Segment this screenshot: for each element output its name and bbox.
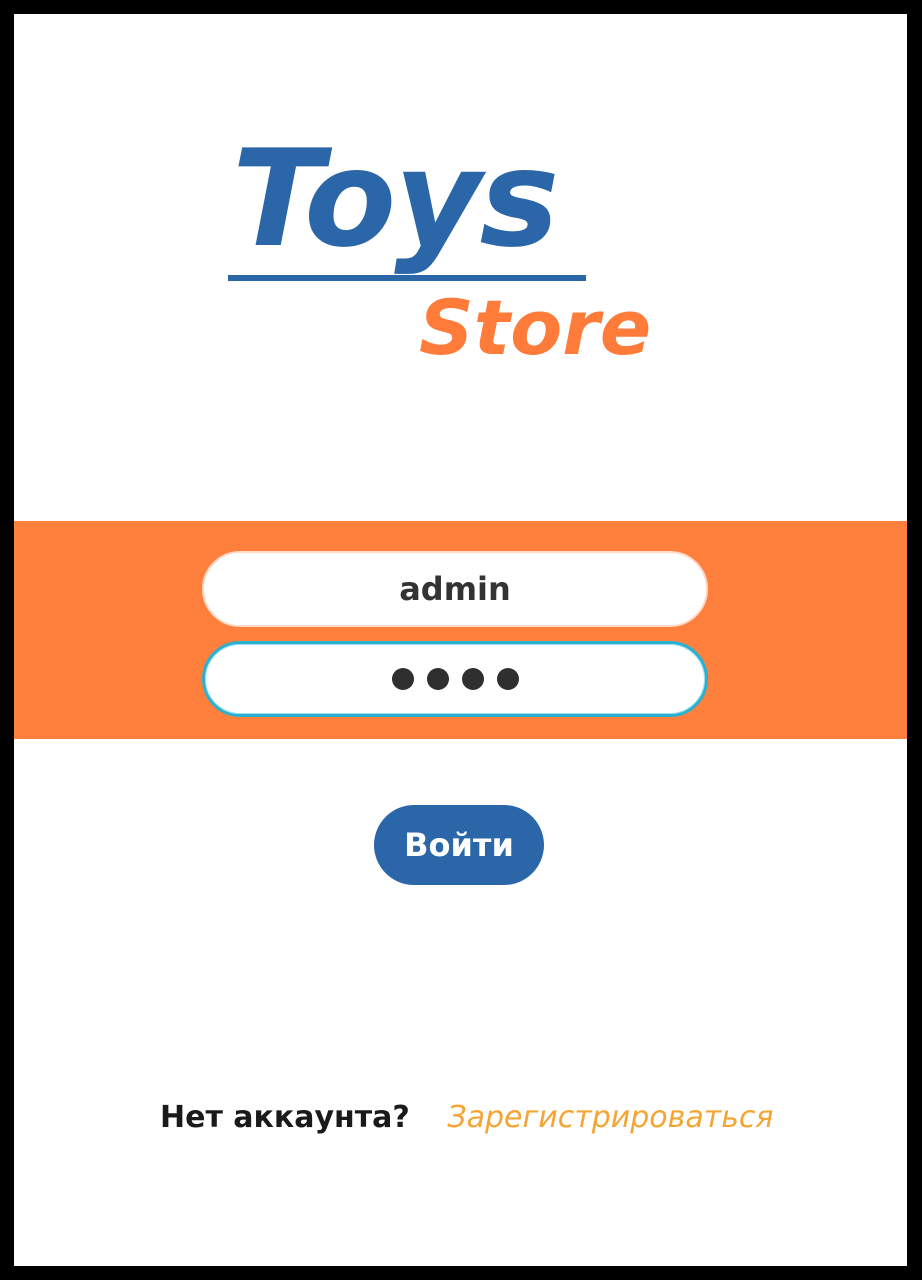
login-form-band: admin	[14, 521, 907, 739]
login-button[interactable]: Войти	[374, 805, 544, 885]
register-row: Нет аккаунта? Зарегистрироваться	[160, 1100, 773, 1135]
password-dot	[391, 668, 414, 690]
password-dot	[496, 668, 519, 690]
logo-underline	[228, 275, 586, 281]
password-mask	[391, 668, 519, 690]
login-input-value: admin	[399, 570, 511, 608]
toys-store-logo: Toys Store	[14, 14, 907, 434]
register-link[interactable]: Зарегистрироваться	[447, 1100, 773, 1135]
password-input[interactable]	[202, 641, 708, 717]
logo-store-text: Store	[419, 283, 652, 372]
password-dot	[461, 668, 484, 690]
login-window: Toys Store admin Войти Нет аккаунта? Зар…	[14, 14, 907, 1266]
no-account-label: Нет аккаунта?	[160, 1100, 410, 1135]
logo-toys-text: Toys	[232, 121, 559, 277]
login-input[interactable]: admin	[202, 551, 708, 627]
password-dot	[426, 668, 449, 690]
